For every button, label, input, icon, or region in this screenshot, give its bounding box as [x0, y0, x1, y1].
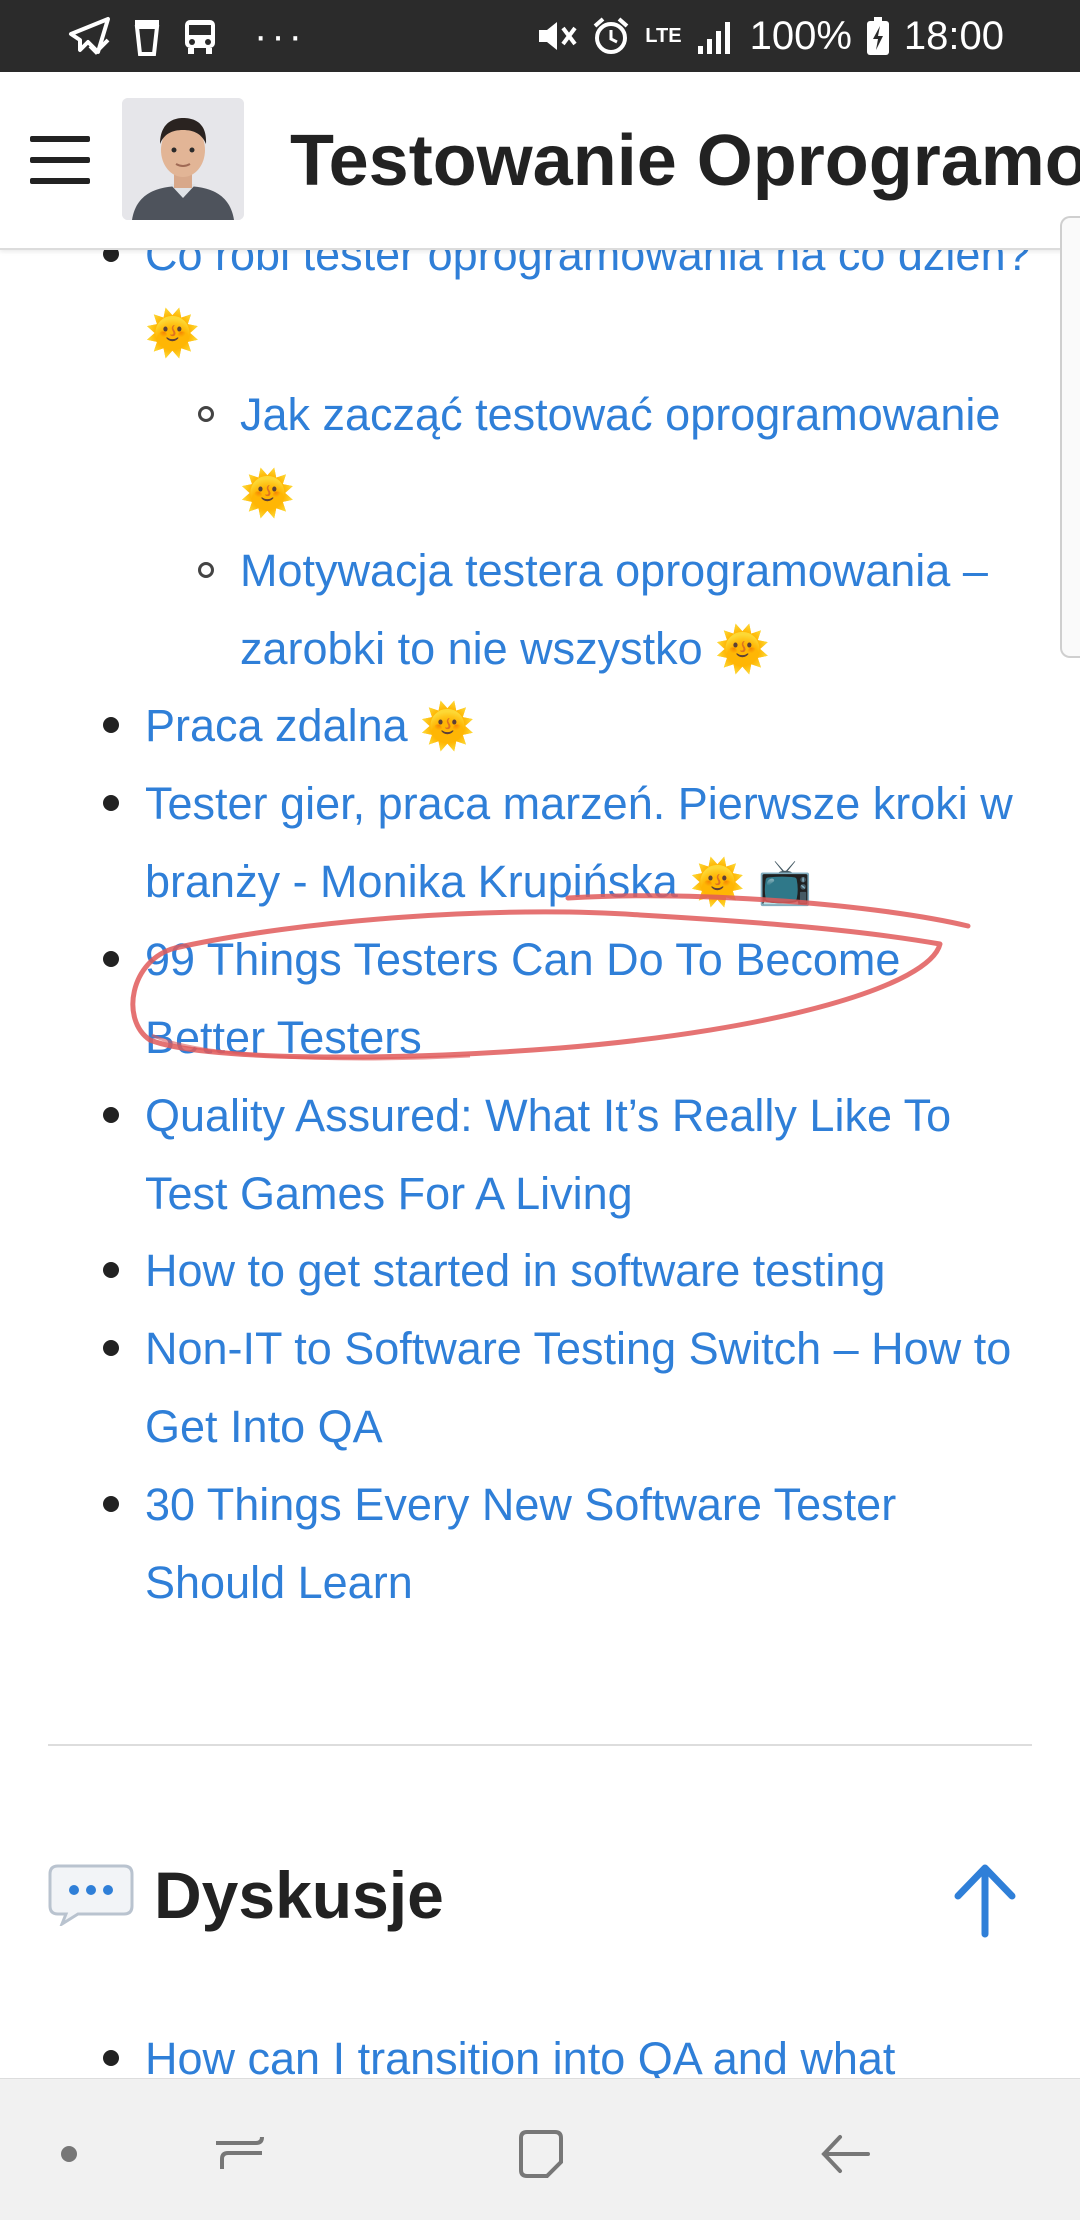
link[interactable]: Motywacja testera oprogramowania – zarob… — [240, 545, 988, 674]
status-bar: ··· LTE 100% 18:00 — [0, 0, 1080, 72]
bullet — [198, 406, 214, 422]
list-item[interactable]: Quality Assured: What It’s Really Like T… — [103, 1077, 1025, 1233]
link[interactable]: Praca zdalna — [145, 700, 408, 751]
list-item[interactable]: 30 Things Every New Software Tester Shou… — [103, 1466, 1005, 1622]
menu-icon[interactable] — [30, 136, 90, 186]
list-item[interactable]: Tester gier, praca marzeń. Pierwsze krok… — [103, 765, 1035, 922]
list-item[interactable]: Jak zacząć testować oprogramowanie 🌞 — [198, 376, 1020, 533]
link[interactable]: Non-IT to Software Testing Switch – How … — [145, 1323, 1011, 1452]
sun-icon: 🌞 — [715, 624, 770, 675]
television-icon: 📺 — [757, 857, 813, 908]
trash-icon — [132, 16, 162, 56]
battery-charging-icon — [866, 16, 890, 56]
section-header: Dyskusje — [48, 1855, 444, 1935]
sun-icon: 🌞 — [690, 857, 746, 908]
more-notifications-icon: ··· — [254, 13, 306, 58]
alarm-icon — [591, 16, 631, 56]
link[interactable]: 30 Things Every New Software Tester Shou… — [145, 1479, 896, 1608]
status-left-icons: ··· — [68, 0, 306, 72]
bullet — [103, 1340, 119, 1356]
list-item[interactable]: Co robi tester oprogramowania na co dzie… — [103, 250, 1045, 373]
telegram-check-icon — [68, 16, 112, 56]
bullet — [103, 1496, 119, 1512]
bullet — [103, 795, 119, 811]
sun-icon: 🌞 — [420, 701, 475, 752]
signal-icon — [696, 18, 736, 54]
battery-percent: 100% — [749, 13, 852, 58]
mute-icon — [535, 16, 577, 56]
list-item-annotated[interactable]: 99 Things Testers Can Do To Become Bette… — [103, 921, 1005, 1077]
list-item[interactable]: How to get started in software testing — [103, 1232, 1045, 1310]
bullet — [103, 1107, 119, 1123]
link[interactable]: How can I transition into QA and what — [145, 2033, 895, 2078]
list-item[interactable]: Motywacja testera oprogramowania – zarob… — [198, 532, 1020, 689]
link[interactable]: Tester gier, praca marzeń. Pierwsze krok… — [145, 778, 1013, 907]
link[interactable]: Co robi tester oprogramowania na co dzie… — [145, 250, 1031, 280]
link[interactable]: Quality Assured: What It’s Really Like T… — [145, 1090, 951, 1219]
back-arrow-icon[interactable] — [810, 2119, 880, 2189]
section-title: Dyskusje — [154, 1858, 444, 1932]
network-type: LTE — [645, 25, 682, 47]
link[interactable]: 99 Things Testers Can Do To Become Bette… — [145, 934, 900, 1063]
bullet — [103, 717, 119, 733]
home-square-icon[interactable] — [506, 2119, 576, 2189]
article-content: Co robi tester oprogramowania na co dzie… — [0, 250, 1080, 2078]
clock: 18:00 — [903, 13, 1004, 58]
bullet — [103, 951, 119, 967]
divider — [48, 1744, 1032, 1746]
speech-balloon-icon — [48, 1864, 134, 1926]
recent-apps-icon[interactable] — [204, 2119, 274, 2189]
page-title[interactable]: Testowanie Oprogramowania — [290, 120, 1080, 202]
scrollbar[interactable] — [1060, 216, 1080, 658]
status-right: LTE 100% 18:00 — [535, 0, 1004, 72]
list-item[interactable]: Non-IT to Software Testing Switch – How … — [103, 1310, 1045, 1466]
list-item[interactable]: Praca zdalna 🌞 — [103, 687, 1045, 766]
bullet — [103, 1262, 119, 1278]
bullet — [103, 2050, 119, 2066]
navigation-bar — [0, 2078, 1080, 2220]
bullet — [198, 562, 214, 578]
list-item[interactable]: How can I transition into QA and what — [103, 2020, 1045, 2078]
bullet — [103, 250, 119, 262]
bus-icon — [182, 16, 218, 56]
home-dot-icon[interactable] — [34, 2119, 104, 2189]
sun-icon: 🌞 — [240, 468, 295, 519]
sun-icon: 🌞 — [145, 308, 200, 359]
app-header: Testowanie Oprogramowania — [0, 72, 1080, 250]
arrow-up-icon[interactable] — [950, 1862, 1020, 1938]
link[interactable]: Jak zacząć testować oprogramowanie — [240, 389, 1000, 440]
link[interactable]: How to get started in software testing — [145, 1245, 885, 1296]
avatar[interactable] — [122, 98, 244, 220]
